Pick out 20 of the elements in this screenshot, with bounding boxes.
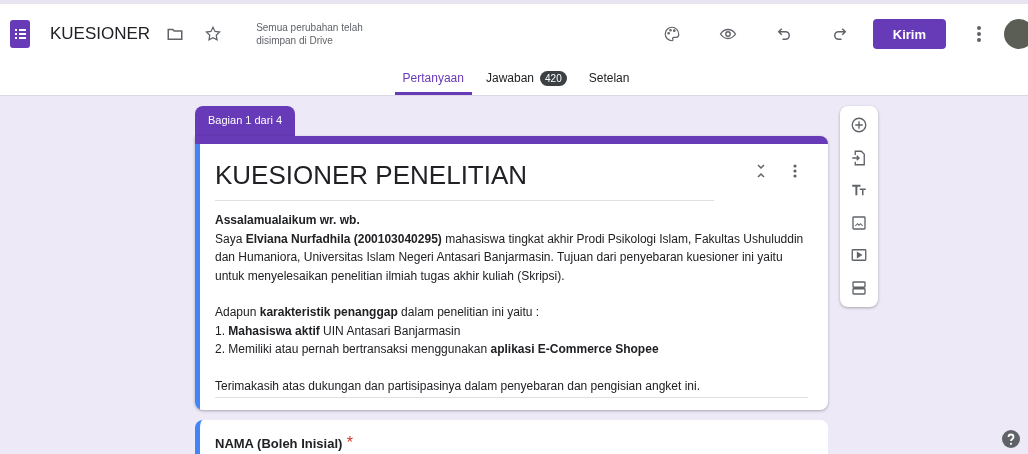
description-text: 2. Memiliki atau pernah bertransaksi menggunakan aplikasi E-Commerce Shopee (215, 341, 660, 358)
help-icon[interactable] (1002, 430, 1020, 448)
question-title[interactable]: NAMA (Boleh Inisial) (215, 436, 343, 451)
description-text: 1. Mahasiswa aktif UIN Antasari Banjarmasin (215, 322, 462, 340)
required-asterisk: * (346, 434, 354, 451)
tab[interactable]: Setelan (580, 64, 638, 95)
save-status: Semua perubahan telah disimpan di Drive (256, 21, 364, 47)
description-text: Terimakasih atas dukungan dan partisipasinya dalam penyebaran dan pengisian angket ini. (215, 377, 701, 395)
form-name[interactable]: KUESIONER (50, 24, 151, 44)
description-text: Assalamualaikum wr. wb. (215, 212, 361, 229)
description-text: Adapun karakteristik penanggap dalam penelitian ini yaitu : (215, 304, 541, 321)
send-button[interactable]: Kirim (872, 19, 946, 49)
avatar[interactable] (1004, 19, 1028, 49)
tab[interactable]: Pertanyaan (394, 64, 472, 95)
tab[interactable]: Jawaban 420 (477, 64, 575, 95)
forms-logo-icon (10, 20, 30, 48)
section-label: Bagian 1 dari 4 (195, 106, 295, 136)
description-text: Saya Elviana Nurfadhila (200103040295) mahasiswa tingkat akhir Prodi Psikologi Islam, Fakultas Ushuluddin dan Humaniora, Universitas Islam Negeri Antasari Banjarmasin. Tujuan dari penyebaran kuesioner ini yaitu untuk menyelesaikan penelitian ilmiah tugas akhir kuliah (Skripsi). (215, 230, 805, 285)
form-title[interactable]: KUESIONER PENELITIAN (215, 158, 714, 201)
response-count-badge: 420 (540, 70, 567, 86)
